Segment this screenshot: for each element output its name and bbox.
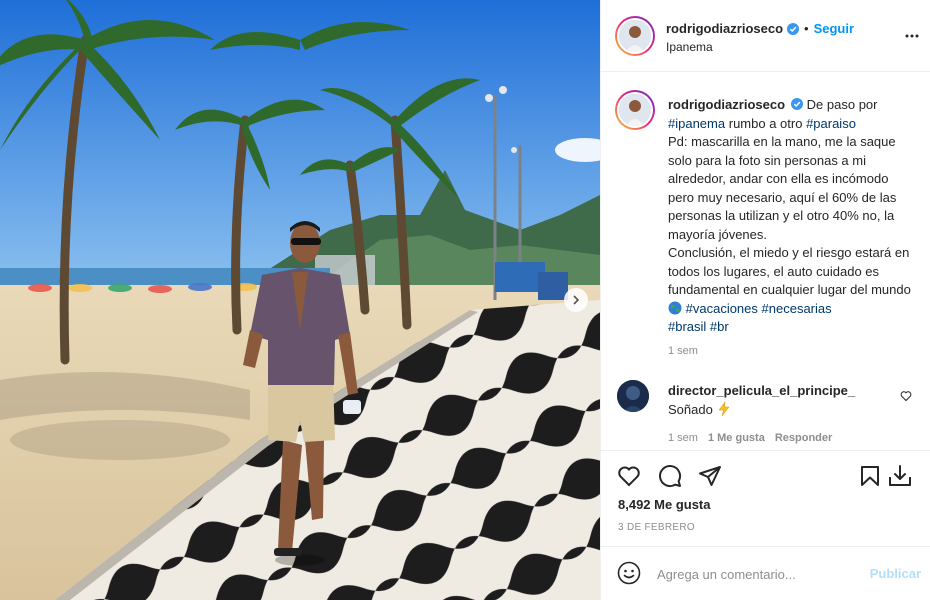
share-icon: [699, 466, 721, 486]
comment-text-row: Soñado: [668, 401, 732, 417]
comment-text: Soñado: [668, 401, 713, 417]
author-avatar[interactable]: [615, 16, 655, 56]
reply-button[interactable]: Responder: [775, 432, 832, 444]
publish-button[interactable]: Publicar: [870, 566, 921, 581]
avatar-image: [617, 380, 649, 412]
lightning-emoji-icon: [718, 401, 730, 417]
caption-body-conclusion: Conclusión, el miedo y el riesgo estará …: [668, 245, 911, 297]
beach-photo-illustration: [0, 0, 600, 600]
comment-timestamp[interactable]: 1 sem: [668, 432, 698, 444]
hashtag-br[interactable]: #br: [710, 319, 729, 334]
likes-count[interactable]: 8,492 Me gusta: [618, 497, 711, 512]
more-options-icon: [905, 34, 919, 38]
chevron-right-icon: [573, 295, 580, 305]
hashtag-brasil[interactable]: #brasil: [668, 319, 706, 334]
download-button[interactable]: [887, 464, 913, 491]
hashtag-paraiso[interactable]: #paraiso: [806, 116, 856, 131]
hashtag-ipanema[interactable]: #ipanema: [668, 116, 725, 131]
author-username[interactable]: rodrigodiazrioseco: [666, 21, 783, 36]
caption-username[interactable]: rodrigodiazrioseco: [668, 97, 785, 112]
heart-icon: [618, 466, 640, 487]
comment-button[interactable]: [658, 464, 682, 491]
caption-body: Pd: mascarilla en la mano, me la saque s…: [668, 134, 897, 242]
verified-badge-icon: [787, 22, 800, 35]
caption-author-avatar[interactable]: [615, 90, 655, 130]
separator-dot: •: [804, 21, 809, 36]
verified-badge-icon: [791, 98, 804, 110]
comment-likes-count[interactable]: 1 Me gusta: [708, 432, 765, 444]
heart-icon: [900, 391, 912, 402]
like-button[interactable]: [617, 464, 641, 491]
commenter-username[interactable]: director_pelicula_el_principe_: [668, 383, 855, 398]
next-image-button[interactable]: [564, 288, 588, 312]
save-button[interactable]: [858, 464, 882, 491]
bookmark-icon: [861, 466, 879, 486]
hashtag-vacaciones[interactable]: #vacaciones: [686, 301, 758, 316]
caption-lead: De paso por: [806, 97, 878, 112]
post-side-panel: rodrigodiazrioseco • Seguir Ipanema rodr…: [600, 0, 930, 600]
share-button[interactable]: [698, 464, 722, 491]
emoji-icon: [617, 561, 641, 585]
comment-icon: [659, 465, 682, 488]
emoji-button[interactable]: [617, 561, 641, 588]
caption-mid: rumbo a otro: [728, 115, 803, 131]
comment-meta: 1 sem 1 Me gusta Responder: [668, 432, 832, 444]
comment-like-button[interactable]: [900, 390, 912, 405]
post-header: rodrigodiazrioseco • Seguir Ipanema: [601, 0, 930, 72]
avatar-image: [619, 94, 651, 126]
more-options-button[interactable]: [905, 26, 919, 41]
commenter-avatar[interactable]: [617, 380, 649, 412]
post-date: 3 DE FEBRERO: [618, 522, 695, 533]
globe-emoji-icon: [668, 301, 682, 314]
follow-button[interactable]: Seguir: [814, 21, 854, 36]
post-caption: rodrigodiazrioseco De paso por #ipanema …: [668, 96, 916, 337]
download-icon: [889, 465, 911, 486]
post-photo[interactable]: [0, 0, 600, 600]
comment-input[interactable]: [657, 563, 857, 585]
hashtag-necesarias[interactable]: #necesarias: [762, 301, 832, 316]
avatar-image: [619, 20, 651, 52]
add-comment-bar: Publicar: [601, 546, 930, 600]
post-location[interactable]: Ipanema: [666, 40, 713, 54]
action-bar: [601, 450, 930, 500]
caption-timestamp[interactable]: 1 sem: [668, 345, 698, 357]
